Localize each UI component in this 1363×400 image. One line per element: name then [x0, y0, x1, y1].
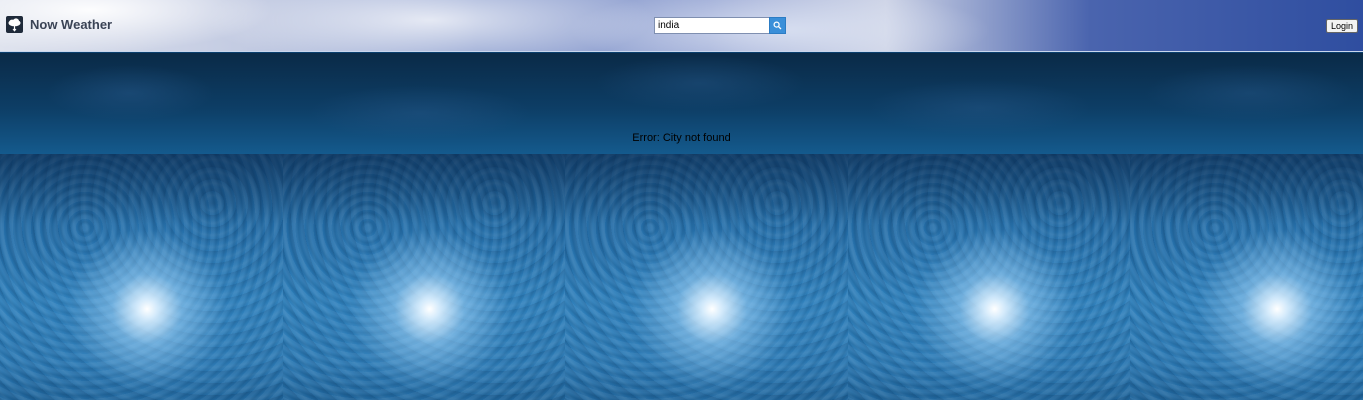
- main-content: Error: City not found: [0, 53, 1363, 400]
- error-message: Error: City not found: [632, 132, 731, 144]
- weather-cloud-icon: [6, 16, 23, 33]
- background-tile: [847, 154, 1131, 400]
- search-form: [654, 17, 786, 34]
- background-ice-pattern: [0, 154, 1363, 400]
- background-tile: [0, 154, 283, 400]
- top-bar: Now Weather Login: [0, 0, 1363, 52]
- login-button[interactable]: Login: [1325, 19, 1358, 33]
- brand[interactable]: Now Weather: [6, 16, 112, 33]
- search-icon: [773, 21, 782, 30]
- search-input[interactable]: [654, 17, 769, 34]
- background-tile: [1130, 154, 1363, 400]
- search-button[interactable]: [769, 17, 786, 34]
- brand-name: Now Weather: [30, 17, 113, 32]
- background-tile: [565, 154, 848, 400]
- background-tile: [282, 154, 566, 400]
